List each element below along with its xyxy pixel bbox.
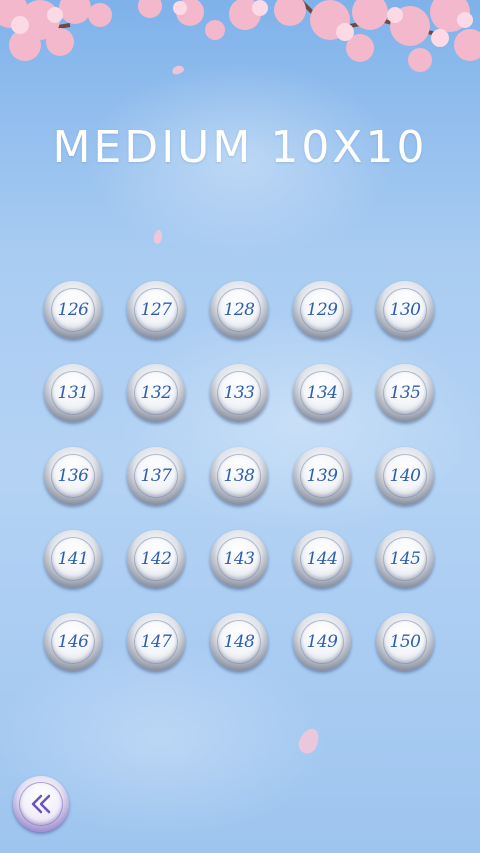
level-button[interactable]: 145 <box>376 530 434 588</box>
level-button[interactable]: 132 <box>127 364 185 422</box>
level-button[interactable]: 146 <box>44 613 102 671</box>
back-button[interactable] <box>13 776 69 832</box>
level-button-face: 137 <box>135 455 177 497</box>
level-button-face: 150 <box>384 621 426 663</box>
level-number: 126 <box>57 300 89 320</box>
falling-petal <box>152 229 164 245</box>
level-button[interactable]: 131 <box>44 364 102 422</box>
level-number: 129 <box>306 300 338 320</box>
difficulty-title: MEDIUM 10X10 <box>52 122 428 173</box>
level-button[interactable]: 150 <box>376 613 434 671</box>
level-number: 148 <box>223 632 255 652</box>
level-button-face: 146 <box>52 621 94 663</box>
level-number: 127 <box>140 300 172 320</box>
level-button-face: 134 <box>301 372 343 414</box>
level-number: 146 <box>57 632 89 652</box>
double-chevron-left-icon <box>31 794 51 814</box>
level-button[interactable]: 140 <box>376 447 434 505</box>
level-button-face: 148 <box>218 621 260 663</box>
level-button[interactable]: 137 <box>127 447 185 505</box>
level-number: 144 <box>306 549 338 569</box>
level-button[interactable]: 135 <box>376 364 434 422</box>
level-button-face: 129 <box>301 289 343 331</box>
level-button[interactable]: 139 <box>293 447 351 505</box>
level-button-face: 142 <box>135 538 177 580</box>
level-button-face: 145 <box>384 538 426 580</box>
level-number: 143 <box>223 549 255 569</box>
level-button[interactable]: 147 <box>127 613 185 671</box>
level-button[interactable]: 130 <box>376 281 434 339</box>
level-button-face: 128 <box>218 289 260 331</box>
level-button[interactable]: 144 <box>293 530 351 588</box>
level-number: 133 <box>223 383 255 403</box>
level-button-face: 149 <box>301 621 343 663</box>
level-button[interactable]: 128 <box>210 281 268 339</box>
level-number: 142 <box>140 549 172 569</box>
level-button-face: 141 <box>52 538 94 580</box>
level-number: 136 <box>57 466 89 486</box>
level-button-face: 147 <box>135 621 177 663</box>
back-button-face <box>20 783 62 825</box>
level-button-face: 139 <box>301 455 343 497</box>
level-button-face: 133 <box>218 372 260 414</box>
level-button-face: 131 <box>52 372 94 414</box>
level-number: 131 <box>57 383 89 403</box>
level-button[interactable]: 136 <box>44 447 102 505</box>
level-number: 150 <box>389 632 421 652</box>
level-number: 132 <box>140 383 172 403</box>
level-button-face: 130 <box>384 289 426 331</box>
level-button-face: 144 <box>301 538 343 580</box>
level-number: 135 <box>389 383 421 403</box>
level-button-face: 132 <box>135 372 177 414</box>
level-button[interactable]: 127 <box>127 281 185 339</box>
level-button[interactable]: 149 <box>293 613 351 671</box>
level-button-face: 136 <box>52 455 94 497</box>
level-number: 128 <box>223 300 255 320</box>
level-button-face: 143 <box>218 538 260 580</box>
cherry-blossom-branches <box>0 0 480 72</box>
level-button[interactable]: 129 <box>293 281 351 339</box>
falling-petal <box>295 725 323 757</box>
level-button[interactable]: 134 <box>293 364 351 422</box>
level-number: 137 <box>140 466 172 486</box>
level-button[interactable]: 148 <box>210 613 268 671</box>
level-number: 149 <box>306 632 338 652</box>
level-button-face: 135 <box>384 372 426 414</box>
level-number: 134 <box>306 383 338 403</box>
level-button[interactable]: 141 <box>44 530 102 588</box>
level-button[interactable]: 126 <box>44 281 102 339</box>
level-button[interactable]: 138 <box>210 447 268 505</box>
level-button-face: 127 <box>135 289 177 331</box>
level-button[interactable]: 133 <box>210 364 268 422</box>
level-number: 147 <box>140 632 172 652</box>
level-grid: 126 127 128 129 130 131 132 133 134 135 … <box>44 281 436 671</box>
level-number: 145 <box>389 549 421 569</box>
level-number: 140 <box>389 466 421 486</box>
level-button-face: 138 <box>218 455 260 497</box>
level-number: 138 <box>223 466 255 486</box>
level-number: 141 <box>57 549 89 569</box>
level-button[interactable]: 143 <box>210 530 268 588</box>
level-button[interactable]: 142 <box>127 530 185 588</box>
level-number: 130 <box>389 300 421 320</box>
level-number: 139 <box>306 466 338 486</box>
level-button-face: 140 <box>384 455 426 497</box>
level-button-face: 126 <box>52 289 94 331</box>
